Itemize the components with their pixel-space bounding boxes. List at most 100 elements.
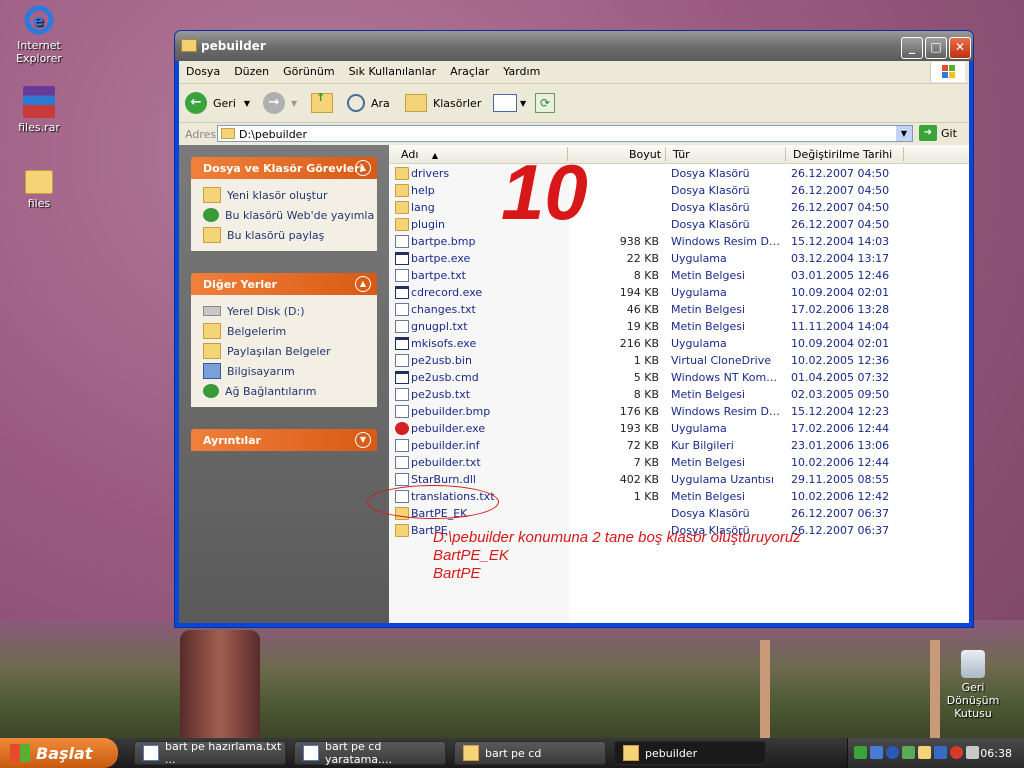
menu-file[interactable]: Dosya (179, 61, 227, 78)
text-document-icon (143, 745, 159, 761)
task-new-folder[interactable]: Yeni klasör oluştur (191, 185, 377, 205)
menu-view[interactable]: Görünüm (276, 61, 341, 78)
task-publish-web[interactable]: Bu klasörü Web'de yayımla (191, 205, 377, 225)
taskbar-button[interactable]: bart pe hazırlama.txt ... (134, 740, 286, 766)
desktop-icon-internet-explorer[interactable]: e Internet Explorer (4, 4, 74, 65)
file-row[interactable]: changes.txt 46 KB Metin Belgesi 17.02.2006 … (389, 301, 971, 318)
sync-button[interactable]: ⟳ (535, 92, 555, 114)
up-folder-button[interactable]: ↑ (311, 91, 333, 114)
file-row[interactable]: pebuilder.exe 193 KB Uygulama 17.02.2006 12… (389, 420, 971, 437)
go-button[interactable]: ➜ Git (919, 125, 957, 141)
file-icon (395, 235, 409, 248)
place-network[interactable]: Ağ Bağlantılarım (191, 381, 377, 401)
forward-button[interactable]: → ▼ (263, 92, 297, 114)
file-row[interactable]: pe2usb.txt 8 KB Metin Belgesi 02.03.2005 09… (389, 386, 971, 403)
window-client: Dosya Düzen Görünüm Sık Kullanılanlar Araçla… (179, 61, 969, 623)
place-shared-documents[interactable]: Paylaşılan Belgeler (191, 341, 377, 361)
menu-help[interactable]: Yardım (496, 61, 547, 78)
desktop-icon-recycle-bin[interactable]: Geri Dönüşüm Kutusu (938, 650, 1008, 720)
file-row[interactable]: StarBurn.dll 402 KB Uygulama Uzantısı 29.11… (389, 471, 971, 488)
go-label: Git (941, 126, 957, 140)
desktop-icon-files-folder[interactable]: files (4, 166, 74, 210)
details-header[interactable]: Ayrıntılar ▼ (191, 429, 377, 451)
collapse-chevron-icon[interactable]: ▲ (355, 276, 371, 292)
details-panel: Ayrıntılar ▼ (191, 429, 377, 451)
place-label: Belgelerim (227, 324, 287, 338)
column-separator[interactable] (785, 147, 786, 161)
file-row[interactable]: plugin Dosya Klasörü 26.12.2007 04:50 (389, 216, 971, 233)
expand-chevron-icon[interactable]: ▼ (355, 432, 371, 448)
user-icon[interactable] (854, 746, 867, 759)
file-row[interactable]: gnugpl.txt 19 KB Metin Belgesi 11.11.2004 1… (389, 318, 971, 335)
folders-button[interactable]: Klasörler (405, 92, 481, 114)
file-row[interactable]: cdrecord.exe 194 KB Uygulama 10.09.2004 02:… (389, 284, 971, 301)
folder-icon[interactable] (918, 746, 931, 759)
taskbar-button[interactable]: bart pe cd (454, 741, 606, 765)
alert-icon[interactable] (950, 746, 963, 759)
file-row[interactable]: pebuilder.inf 72 KB Kur Bilgileri 23.01.200… (389, 437, 971, 454)
file-size: 5 KB (633, 371, 659, 384)
security-shield-icon[interactable] (934, 746, 947, 759)
file-date: 17.02.2006 12:44 (791, 422, 890, 435)
column-type[interactable]: Tür (673, 148, 690, 161)
taskbar-button-label: bart pe cd yaratama.... (325, 740, 393, 766)
file-date: 10.09.2004 02:01 (791, 337, 890, 350)
menu-favorites[interactable]: Sık Kullanılanlar (342, 61, 444, 78)
desktop-wallpaper (0, 620, 1024, 750)
application-icon (395, 337, 409, 350)
svg-text:e: e (33, 11, 44, 30)
maximize-button[interactable]: □ (925, 37, 947, 59)
file-row[interactable]: pe2usb.cmd 5 KB Windows NT Komut ... 01.04.… (389, 369, 971, 386)
task-label: Yeni klasör oluştur (227, 188, 328, 202)
address-input[interactable]: D:\pebuilder ▼ (217, 125, 913, 142)
place-my-documents[interactable]: Belgelerim (191, 321, 377, 341)
refresh-icon: ⟳ (535, 93, 555, 113)
wallpaper-bed (760, 640, 940, 750)
network-icon (203, 384, 219, 398)
network-icon[interactable] (870, 746, 883, 759)
column-modified[interactable]: Değiştirilme Tarihi (793, 148, 892, 161)
back-button[interactable]: ← Geri ▼ (185, 92, 250, 114)
start-button[interactable]: Başlat (0, 738, 118, 768)
file-list: Adı ▲ Boyut Tür Değiştirilme Tarihi driv… (367, 145, 971, 623)
window-titlebar[interactable]: pebuilder _ □ ✕ (175, 31, 973, 61)
place-local-disk[interactable]: Yerel Disk (D:) (191, 301, 377, 321)
file-name: lang (411, 201, 435, 214)
file-size: 8 KB (633, 269, 659, 282)
up-folder-icon: ↑ (311, 91, 333, 113)
file-row[interactable]: lang Dosya Klasörü 26.12.2007 04:50 (389, 199, 971, 216)
column-size[interactable]: Boyut (629, 148, 661, 161)
close-button[interactable]: ✕ (949, 37, 971, 59)
file-row[interactable]: pebuilder.txt 7 KB Metin Belgesi 10.02.2006… (389, 454, 971, 471)
taskbar-button[interactable]: bart pe cd yaratama.... (294, 740, 446, 766)
menu-edit[interactable]: Düzen (227, 61, 276, 78)
search-button[interactable]: Ara (347, 92, 390, 114)
column-separator[interactable] (903, 147, 904, 161)
column-separator[interactable] (665, 147, 666, 161)
file-row[interactable]: help Dosya Klasörü 26.12.2007 04:50 (389, 182, 971, 199)
volume-icon[interactable] (966, 746, 979, 759)
desktop-icon-files-rar[interactable]: files.rar (4, 86, 74, 134)
views-button[interactable]: ▼ (493, 92, 526, 114)
file-row[interactable]: pebuilder.bmp 176 KB Windows Resim Dos... 1… (389, 403, 971, 420)
taskbar-button-active[interactable]: pebuilder (614, 741, 766, 765)
file-row[interactable]: bartpe.txt 8 KB Metin Belgesi 03.01.2005 12… (389, 267, 971, 284)
file-row[interactable]: bartpe.bmp 938 KB Windows Resim Dos... 15.1… (389, 233, 971, 250)
minimize-button[interactable]: _ (901, 37, 923, 59)
file-row[interactable]: drivers Dosya Klasörü 26.12.2007 04:50 (389, 165, 971, 182)
column-name[interactable]: Adı ▲ (401, 148, 438, 161)
file-row[interactable]: pe2usb.bin 1 KB Virtual CloneDrive 10.02.20… (389, 352, 971, 369)
file-name: gnugpl.txt (411, 320, 468, 333)
file-tasks-header[interactable]: Dosya ve Klasör Görevleri ▲ (191, 157, 377, 179)
file-row[interactable]: bartpe.exe 22 KB Uygulama 03.12.2004 13:17 (389, 250, 971, 267)
other-places-header[interactable]: Diğer Yerler ▲ (191, 273, 377, 295)
file-row[interactable]: mkisofs.exe 216 KB Uygulama 10.09.2004 02:0… (389, 335, 971, 352)
place-my-computer[interactable]: Bilgisayarım (191, 361, 377, 381)
file-icon (395, 303, 409, 316)
address-dropdown-button[interactable]: ▼ (896, 126, 912, 141)
battery-icon[interactable] (902, 746, 915, 759)
task-share-folder[interactable]: Bu klasörü paylaş (191, 225, 377, 245)
menu-tools[interactable]: Araçlar (443, 61, 496, 78)
collapse-chevron-icon[interactable]: ▲ (355, 160, 371, 176)
bluetooth-icon[interactable] (886, 746, 899, 759)
